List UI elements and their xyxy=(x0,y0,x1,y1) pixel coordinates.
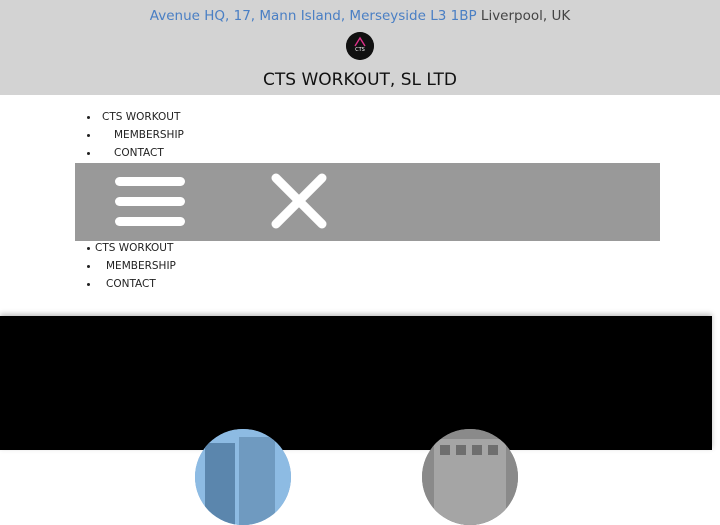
nav-item-membership: MEMBERSHIP xyxy=(86,257,176,275)
mobile-nav: CTS WORKOUT MEMBERSHIP CONTACT xyxy=(86,239,176,293)
address-line: Avenue HQ, 17, Mann Island, Merseyside L… xyxy=(0,7,720,25)
address-link[interactable]: Avenue HQ, 17, Mann Island, Merseyside L… xyxy=(150,8,477,24)
close-icon[interactable] xyxy=(271,173,327,229)
bullet-dot xyxy=(87,134,90,137)
nav-link-cts-workout[interactable]: CTS WORKOUT xyxy=(95,242,173,254)
nav-link-membership[interactable]: MEMBERSHIP xyxy=(114,129,184,141)
site-logo[interactable]: CTS xyxy=(346,32,374,60)
circle-photo-building xyxy=(195,429,291,525)
nav-link-contact[interactable]: CONTACT xyxy=(106,278,156,290)
nav-item-contact: CONTACT xyxy=(86,275,176,293)
bullet-dot xyxy=(87,247,90,250)
hero-section xyxy=(0,316,712,525)
nav-link-membership[interactable]: MEMBERSHIP xyxy=(106,260,176,272)
nav-link-cts-workout[interactable]: CTS WORKOUT xyxy=(102,111,180,123)
nav-item-membership: MEMBERSHIP xyxy=(86,126,184,144)
bullet-dot xyxy=(87,152,90,155)
bullet-dot xyxy=(87,116,90,119)
circle-photo-gym xyxy=(422,429,518,525)
logo-text: CTS xyxy=(355,47,365,53)
nav-item-cts-workout: CTS WORKOUT xyxy=(86,239,176,257)
bullet-dot xyxy=(87,265,90,268)
nav-item-cts-workout: CTS WORKOUT xyxy=(86,108,184,126)
top-header: Avenue HQ, 17, Mann Island, Merseyside L… xyxy=(0,0,720,95)
primary-nav: CTS WORKOUT MEMBERSHIP CONTACT xyxy=(86,108,184,162)
address-city: Liverpool, UK xyxy=(480,8,571,24)
nav-link-contact[interactable]: CONTACT xyxy=(114,147,164,159)
mobile-menu-bar xyxy=(75,163,660,241)
hamburger-menu-icon[interactable] xyxy=(115,177,185,227)
nav-item-contact: CONTACT xyxy=(86,144,184,162)
site-title: CTS WORKOUT, SL LTD xyxy=(263,70,457,90)
bullet-dot xyxy=(87,283,90,286)
